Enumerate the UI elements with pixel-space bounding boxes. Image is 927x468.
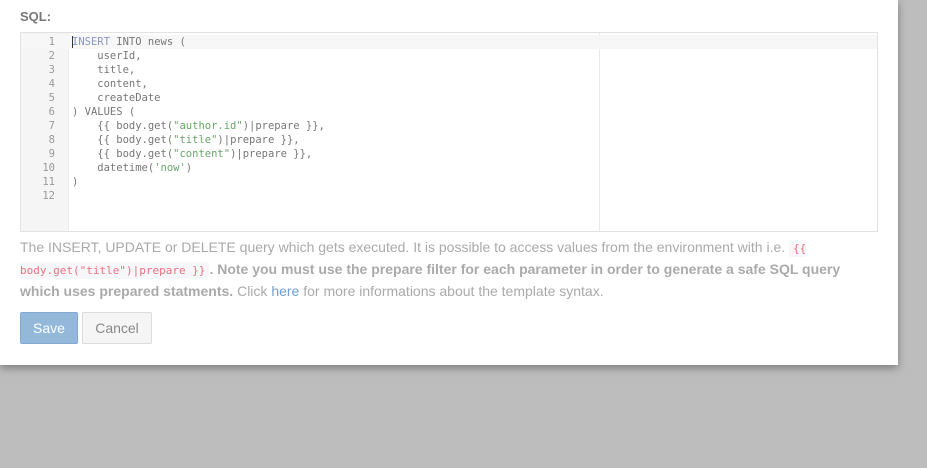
code-text: INTO news ( [109,36,186,48]
line-number: 8 [48,134,55,146]
line-number: 2 [48,50,55,62]
code-text: title, [72,64,136,76]
line-code: content, [72,77,148,91]
line-code: title, [72,63,135,77]
help-intro: The INSERT, UPDATE or DELETE query which… [20,239,786,255]
help-outro: for more informations about the template… [299,283,604,299]
code-text: userId, [72,50,142,62]
code-text: datetime( [72,162,155,174]
line-number: 5 [48,92,55,104]
code-text: {{ body.get( [72,148,174,160]
string-literal: "author.id" [173,120,243,132]
string-literal: 'now' [154,162,186,174]
line-code: createDate [72,91,161,105]
line-number: 11 [42,176,55,188]
line-number: 3 [48,64,55,76]
line-code: ) [72,175,78,189]
line-code: userId, [72,49,142,63]
code-text: content, [72,78,148,90]
line-number: 10 [42,162,55,174]
code-text: {{ body.get( [72,120,174,132]
code-text: )|prepare }}, [217,134,300,146]
line-code: {{ body.get("title")|prepare }}, [72,133,300,147]
line-number: 9 [48,148,55,160]
code-text: ) [72,176,79,188]
line-number: 1 [48,36,55,48]
code-text: ) VALUES ( [72,106,136,118]
sql-label: SQL: [20,9,52,24]
code-text: ) [185,162,193,174]
line-code: {{ body.get("author.id")|prepare }}, [72,119,325,133]
code-text: createDate [72,92,161,104]
line-code: datetime('now') [72,161,192,175]
code-text: {{ body.get( [72,134,174,146]
line-number: 6 [48,106,55,118]
line-number: 7 [48,120,55,132]
line-number: 12 [42,190,55,202]
string-literal: "content" [173,148,231,160]
modal-dialog: SQL: 1 INSERT INTO news ( 2 userId, 3 title… [0,0,898,365]
line-code: INSERT INTO news ( [72,35,186,49]
line-code: ) VALUES ( [72,105,135,119]
cancel-button[interactable]: Cancel [82,312,152,344]
help-text: The INSERT, UPDATE or DELETE query which… [20,237,870,301]
save-button[interactable]: Save [20,312,78,344]
line-number: 4 [48,78,55,90]
sql-keyword: INSERT [72,36,110,48]
template-syntax-link[interactable]: here [271,283,299,299]
code-text: )|prepare }}, [230,148,313,160]
print-margin-line [599,33,600,231]
code-text: )|prepare }}, [242,120,325,132]
sql-code-editor[interactable]: 1 INSERT INTO news ( 2 userId, 3 title, 4 co… [20,32,878,232]
text-cursor [72,36,73,48]
line-code: {{ body.get("content")|prepare }}, [72,147,312,161]
help-click: Click [233,283,272,299]
string-literal: "title" [173,134,218,146]
